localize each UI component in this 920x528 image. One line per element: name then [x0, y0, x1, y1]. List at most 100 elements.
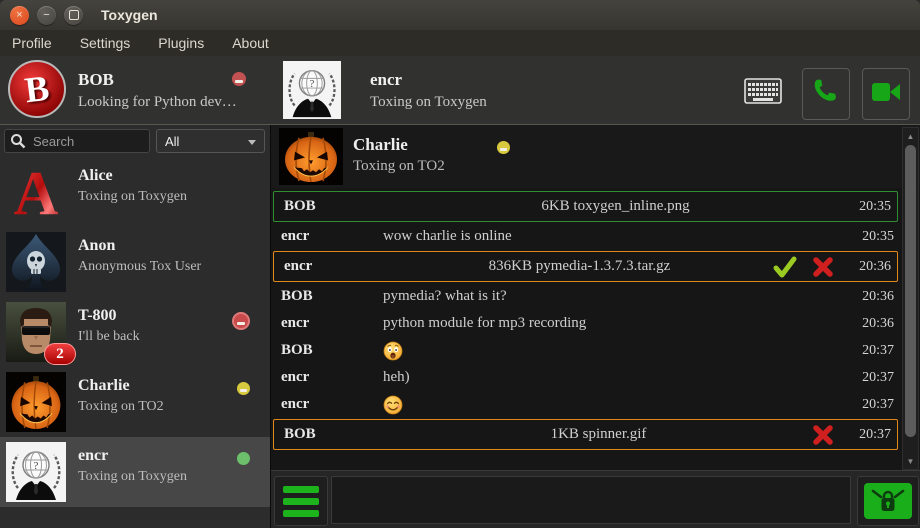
contact-item-t-800[interactable]: T-800I'll be back2 [0, 297, 270, 367]
close-icon[interactable]: × [10, 6, 29, 25]
chat-contact-avatar [279, 128, 343, 185]
message-time: 20:37 [848, 397, 900, 413]
message-time: 20:36 [848, 289, 900, 305]
message-time: 20:36 [848, 316, 900, 332]
self-avatar[interactable]: B [8, 60, 66, 118]
message-row: encrheh)20:37 [271, 364, 900, 391]
contact-avatar: A [6, 162, 66, 222]
keyboard-icon[interactable] [744, 78, 782, 109]
accept-transfer-icon[interactable] [773, 255, 797, 279]
away-status-icon [497, 141, 510, 154]
contact-sidebar: All A Alice Toxing on Toxygen AnonAnonymous… [0, 125, 270, 528]
menu-item-plugins[interactable]: Plugins [158, 35, 204, 51]
contact-status-message: Toxing on Toxygen [78, 189, 187, 205]
message-time: 20:37 [845, 427, 897, 443]
chat-scrollbar[interactable]: ▲ ▼ [902, 127, 919, 470]
message-text: pymedia? what is it? [383, 288, 848, 305]
message-text: wow charlie is online [383, 228, 848, 245]
menu-item-settings[interactable]: Settings [80, 35, 131, 51]
chat-header: Charlie Toxing on TO2 [271, 125, 920, 188]
message-author: encr [271, 369, 383, 386]
self-busy-status-icon[interactable] [232, 72, 246, 86]
file-transfer-actions [811, 423, 835, 447]
message-composer [271, 470, 920, 528]
contact-item-alice[interactable]: A Alice Toxing on Toxygen [0, 157, 270, 227]
message-emoji [383, 395, 848, 415]
message-time: 20:37 [848, 343, 900, 359]
search-row: All [0, 125, 270, 157]
contact-item-anon[interactable]: AnonAnonymous Tox User [0, 227, 270, 297]
file-transfer-label: 836KB pymedia-1.3.7.3.tar.gz [386, 258, 773, 275]
menu-item-about[interactable]: About [232, 35, 269, 51]
message-author: encr [271, 315, 383, 332]
cancel-transfer-icon[interactable] [811, 255, 835, 279]
cancel-transfer-icon[interactable] [811, 423, 835, 447]
message-time: 20:36 [845, 259, 897, 275]
message-input[interactable] [331, 476, 851, 524]
contact-list: A Alice Toxing on Toxygen AnonAnonymous Tox… [0, 157, 270, 507]
status-online-icon [237, 452, 250, 465]
message-author: encr [271, 228, 383, 245]
file-transfer-label: 6KB toxygen_inline.png [386, 198, 845, 215]
file-transfer-actions [773, 255, 835, 279]
chat-contact-status-message: Toxing on TO2 [353, 158, 445, 175]
phone-icon [810, 76, 842, 113]
chevron-down-icon [248, 140, 256, 145]
message-author: encr [271, 396, 383, 413]
contact-avatar [6, 232, 66, 292]
chat-menu-button[interactable] [274, 476, 328, 526]
contact-name: Alice [78, 167, 113, 185]
message-author: BOB [274, 426, 386, 443]
scroll-up-icon[interactable]: ▲ [903, 129, 918, 143]
file-transfer-row: BOB6KB toxygen_inline.png20:35 [273, 191, 898, 222]
minimize-icon[interactable]: − [37, 6, 56, 25]
shocked-emoji-icon [383, 341, 403, 361]
svg-text:?: ? [310, 79, 315, 90]
chat-area: Charlie Toxing on TO2 BOB6KB toxygen_inl… [270, 125, 920, 528]
contact-item-charlie[interactable]: CharlieToxing on TO2 [0, 367, 270, 437]
contact-avatar: ? [6, 442, 66, 502]
scrollbar-thumb[interactable] [905, 145, 916, 437]
file-transfer-row: BOB1KB spinner.gif 20:37 [273, 419, 898, 450]
send-button[interactable] [857, 476, 919, 526]
maximize-icon[interactable] [64, 6, 83, 25]
message-time: 20:35 [845, 199, 897, 215]
contact-status-message: Toxing on Toxygen [78, 469, 187, 485]
svg-text:?: ? [34, 460, 39, 472]
search-input[interactable] [31, 133, 145, 150]
title-bar: × − Toxygen [0, 0, 920, 31]
message-row: encrpython module for mp3 recording20:36 [271, 310, 900, 337]
video-camera-icon [869, 78, 903, 111]
message-author: BOB [271, 288, 383, 305]
smile-emoji-icon [383, 395, 403, 415]
search-box [4, 129, 150, 153]
active-contact-status-message: Toxing on Toxygen [370, 94, 487, 111]
scroll-down-icon[interactable]: ▼ [903, 454, 918, 468]
contact-filter-dropdown[interactable]: All [156, 129, 265, 153]
contact-avatar [6, 372, 66, 432]
chat-contact-name: Charlie [353, 135, 408, 155]
contact-name: Charlie [78, 377, 130, 395]
message-row: BOBpymedia? what is it?20:36 [271, 283, 900, 310]
status-busy-ring-icon [232, 312, 250, 330]
file-transfer-label: 1KB spinner.gif [386, 426, 811, 443]
message-row: BOB 20:37 [271, 337, 900, 364]
active-contact-avatar: ? [283, 61, 341, 119]
audio-call-button[interactable] [802, 68, 850, 120]
active-contact-name: encr [370, 70, 402, 90]
message-author: BOB [271, 342, 383, 359]
top-panel: B BOB Looking for Python dev… ? encr Tox… [0, 56, 920, 125]
video-call-button[interactable] [862, 68, 910, 120]
file-transfer-row: encr836KB pymedia-1.3.7.3.tar.gz 20:36 [273, 251, 898, 282]
contact-item-encr[interactable]: ?encrToxing on Toxygen [0, 437, 270, 507]
contact-name: Anon [78, 237, 115, 255]
message-row: encr 20:37 [271, 391, 900, 418]
window-title: Toxygen [101, 7, 158, 23]
contact-name: T-800 [78, 307, 117, 325]
message-author: encr [274, 258, 386, 275]
menu-item-profile[interactable]: Profile [12, 35, 52, 51]
message-text: heh) [383, 369, 848, 386]
contact-status-message: I'll be back [78, 329, 140, 345]
toxygen-window: × − Toxygen ProfileSettingsPluginsAbout … [0, 0, 920, 528]
message-time: 20:37 [848, 370, 900, 386]
